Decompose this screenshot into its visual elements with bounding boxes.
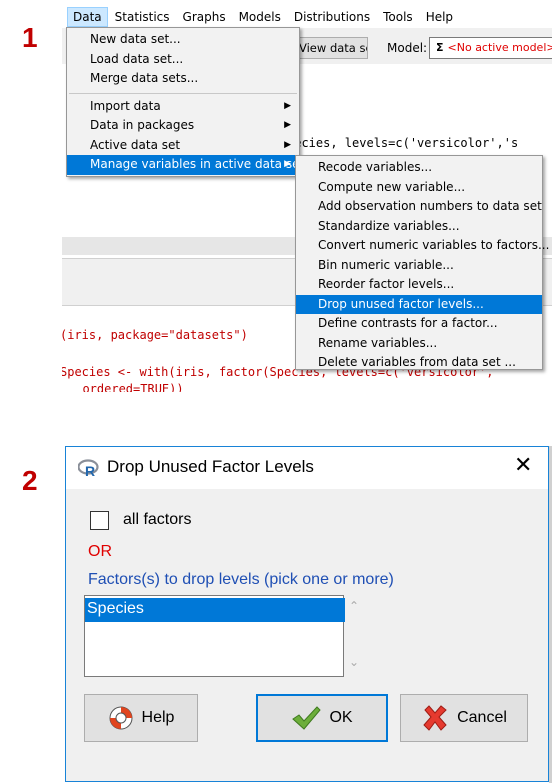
cancel-button-label: Cancel	[457, 709, 507, 726]
view-data-set-button[interactable]: View data set	[294, 37, 368, 59]
submenu-arrow-icon: ▶	[284, 139, 291, 150]
menu-tools[interactable]: Tools	[377, 7, 419, 27]
menu-item-recode-variables[interactable]: Recode variables...	[296, 158, 542, 178]
menu-item-label: Import data	[90, 98, 161, 113]
scroll-down-icon[interactable]: ⌄	[349, 655, 359, 669]
menu-item-drop-unused-factor-levels[interactable]: Drop unused factor levels...	[296, 294, 542, 314]
svg-text:R: R	[85, 463, 95, 477]
menu-item-load-data-set[interactable]: Load data set...	[67, 50, 299, 70]
menu-statistics[interactable]: Statistics	[109, 7, 176, 27]
menu-graphs[interactable]: Graphs	[177, 7, 232, 27]
menu-separator	[69, 92, 297, 94]
menu-item-standardize-variables[interactable]: Standardize variables...	[296, 217, 542, 237]
all-factors-checkbox[interactable]	[90, 511, 109, 530]
menu-item-rename-variables[interactable]: Rename variables...	[296, 334, 542, 354]
menu-item-label: Merge data sets...	[90, 71, 199, 85]
menu-item-active-data-set[interactable]: Active data set ▶	[67, 136, 299, 156]
menu-item-label: Manage variables in active data set	[90, 157, 305, 171]
all-factors-label: all factors	[123, 511, 192, 528]
step-number-1: 1	[22, 22, 38, 53]
menu-item-data-in-packages[interactable]: Data in packages ▶	[67, 116, 299, 136]
menu-item-merge-data-sets[interactable]: Merge data sets...	[67, 69, 299, 89]
step-number-2: 2	[22, 465, 38, 496]
rcommander-window: Data Statistics Graphs Models Distributi…	[62, 0, 552, 392]
manage-variables-submenu: Recode variables... Compute new variable…	[295, 155, 549, 373]
menu-item-label: Active data set	[90, 137, 181, 152]
list-item-species[interactable]: Species	[85, 598, 345, 622]
menu-item-label: Data in packages	[90, 118, 195, 132]
sigma-icon: Σ	[436, 41, 444, 54]
model-label: Model:	[387, 41, 428, 55]
ok-button-label: OK	[329, 709, 353, 726]
drop-unused-factor-levels-dialog: R Drop Unused Factor Levels ✕ all factor…	[65, 446, 549, 782]
red-x-icon	[421, 704, 449, 732]
menu-item-reorder-factor-levels[interactable]: Reorder factor levels...	[296, 275, 542, 295]
submenu-arrow-icon: ▶	[284, 159, 291, 169]
active-model-field[interactable]: Σ <No active model>	[429, 37, 552, 59]
ok-button[interactable]: OK	[256, 694, 388, 742]
menu-bar: Data Statistics Graphs Models Distributi…	[62, 6, 552, 28]
menu-models[interactable]: Models	[233, 7, 287, 27]
menu-item-add-observation-numbers[interactable]: Add observation numbers to data set	[296, 197, 542, 217]
help-button[interactable]: Help	[84, 694, 198, 742]
menu-item-label: New data set...	[90, 32, 181, 46]
factors-list-label: Factors(s) to drop levels (pick one or m…	[88, 571, 394, 588]
menu-item-manage-variables[interactable]: Manage variables in active data set ▶	[67, 155, 304, 175]
menu-item-import-data[interactable]: Import data ▶	[67, 97, 299, 117]
active-model-value: <No active model>	[447, 41, 552, 54]
data-menu-dropdown: New data set... Load data set... Merge d…	[66, 27, 304, 177]
dialog-title: Drop Unused Factor Levels	[107, 457, 314, 476]
menu-item-bin-numeric-variable[interactable]: Bin numeric variable...	[296, 256, 542, 276]
menu-item-delete-variables[interactable]: Delete variables from data set ...	[296, 353, 542, 373]
menu-item-new-data-set[interactable]: New data set...	[67, 30, 299, 50]
menu-help[interactable]: Help	[420, 7, 459, 27]
menu-item-compute-new-variable[interactable]: Compute new variable...	[296, 178, 542, 198]
script-line: pecies, levels=c('versicolor','s	[287, 136, 519, 150]
help-button-label: Help	[141, 709, 175, 726]
factor-listbox[interactable]: Species	[84, 595, 345, 677]
menu-data[interactable]: Data	[67, 7, 108, 27]
menu-item-label: Load data set...	[90, 51, 184, 66]
close-icon[interactable]: ✕	[514, 453, 532, 478]
or-label: OR	[88, 543, 112, 560]
scroll-up-icon[interactable]: ⌃	[349, 599, 359, 613]
menu-item-define-contrasts[interactable]: Define contrasts for a factor...	[296, 314, 542, 334]
submenu-arrow-icon: ▶	[284, 100, 291, 111]
lifebuoy-icon	[108, 705, 134, 731]
output-line: ordered=TRUE))	[68, 382, 184, 392]
dialog-title-bar[interactable]: R Drop Unused Factor Levels ✕	[66, 447, 548, 489]
submenu-arrow-icon: ▶	[284, 120, 291, 130]
menu-item-convert-numeric-to-factors[interactable]: Convert numeric variables to factors...	[296, 236, 549, 256]
output-line: (iris, package="datasets")	[62, 328, 248, 342]
menu-distributions[interactable]: Distributions	[288, 7, 376, 27]
checkmark-icon	[291, 705, 322, 731]
cancel-button[interactable]: Cancel	[400, 694, 528, 742]
r-logo-icon: R	[78, 459, 99, 477]
